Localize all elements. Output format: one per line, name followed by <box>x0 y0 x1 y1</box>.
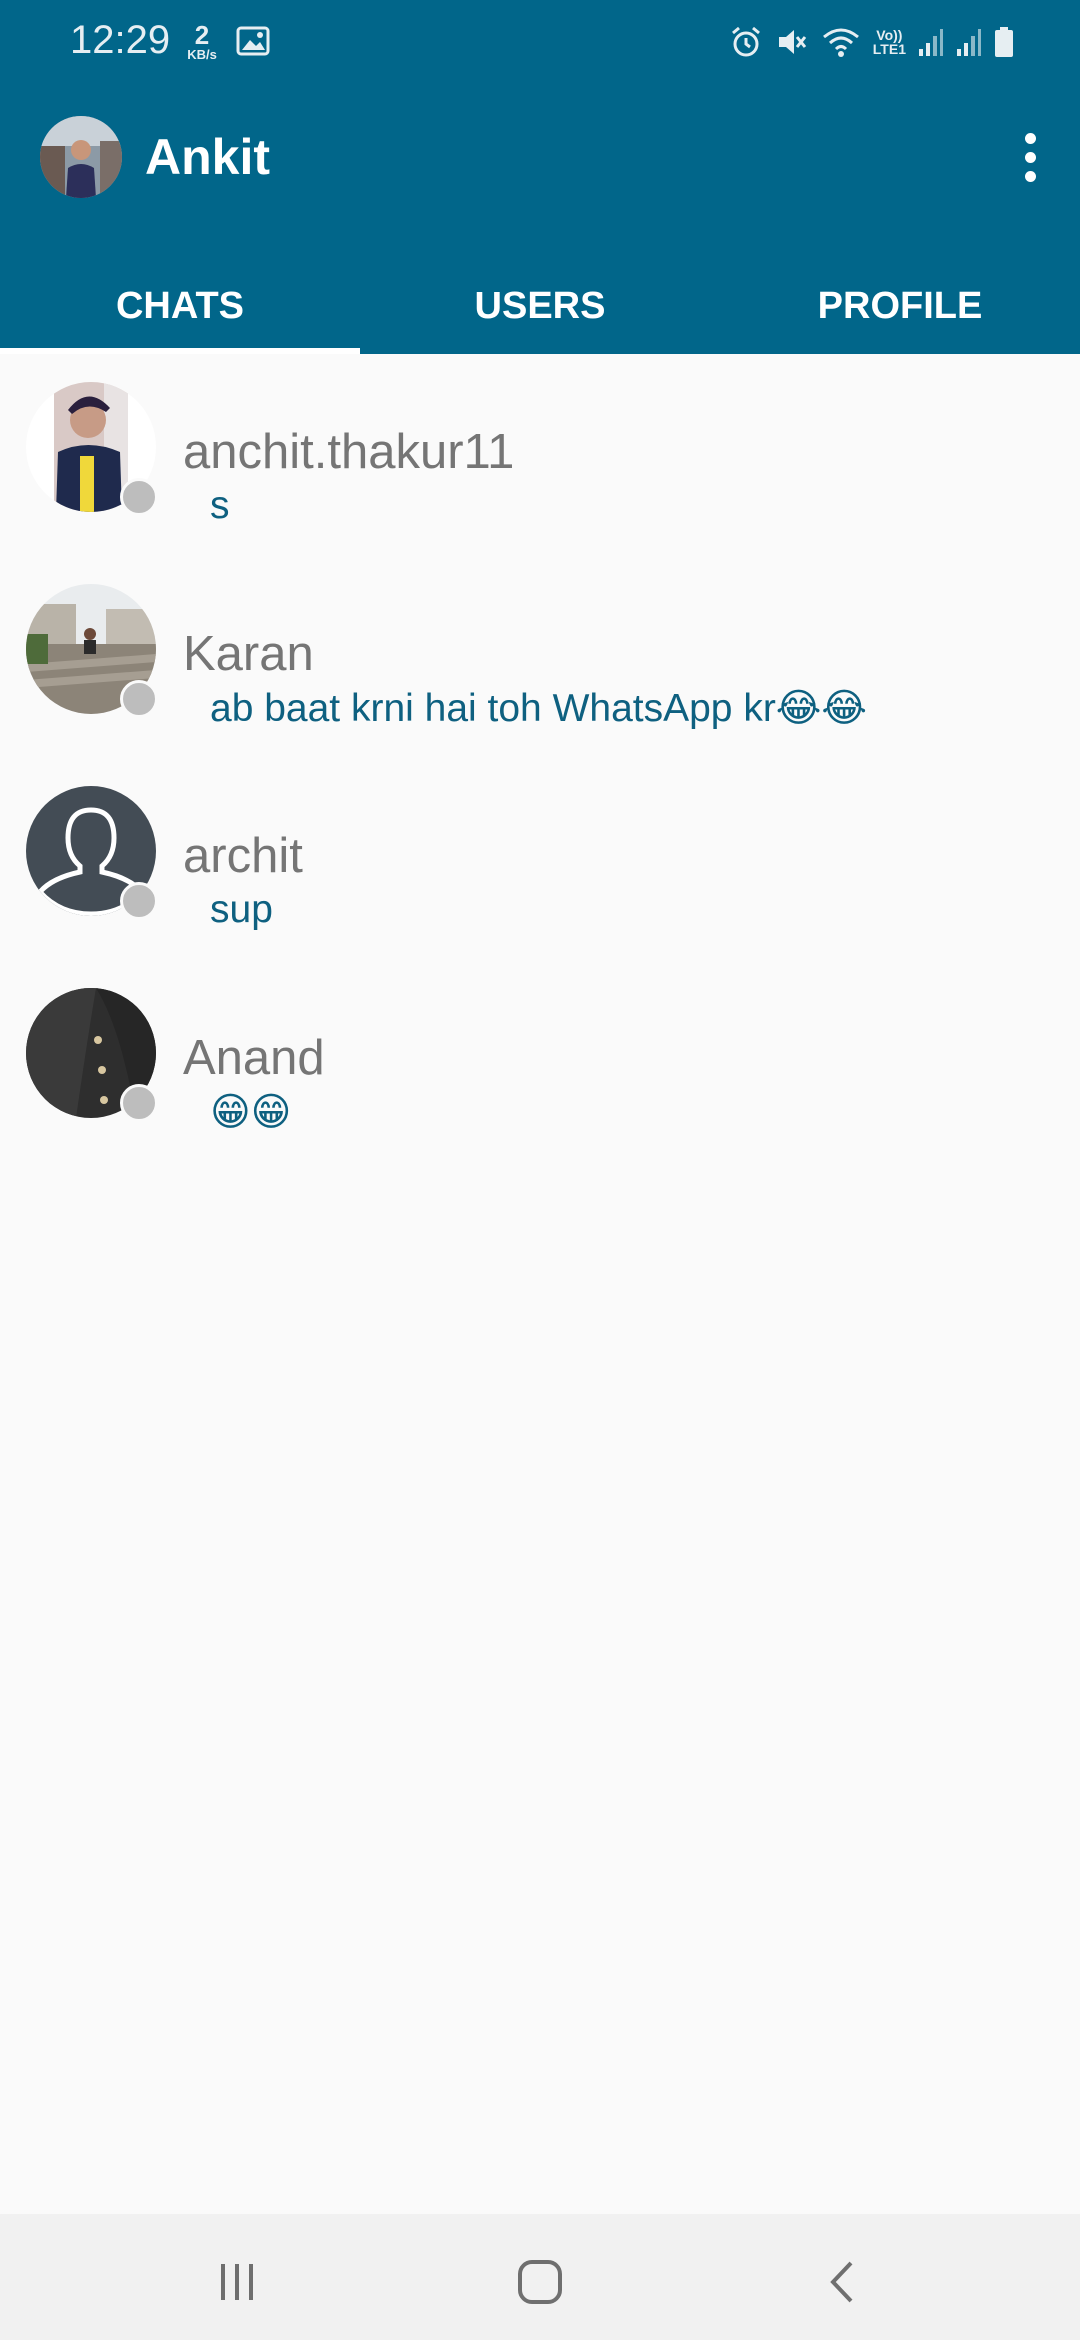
offline-status-dot <box>120 478 158 516</box>
volte-label: Vo)) <box>876 27 903 43</box>
status-time: 12:29 <box>70 18 171 62</box>
chat-item-anand[interactable]: Anand 😁😁 <box>0 960 1080 1162</box>
network-speed-value: 2 <box>194 20 210 50</box>
status-icons: Vo)) LTE1 <box>729 18 1014 66</box>
network-speed-unit: KB/s <box>187 47 217 62</box>
recents-glyph <box>221 2264 253 2300</box>
chat-item-anchit[interactable]: anchit.thakur11 s <box>0 354 1080 556</box>
chat-list: anchit.thakur11 s Karan ab baat krni hai… <box>0 354 1080 1162</box>
chat-last-message: ab baat krni hai toh WhatsApp kr😂😂 <box>210 687 867 730</box>
wifi-icon <box>822 28 859 57</box>
home-icon[interactable] <box>510 2252 570 2312</box>
menu-dot <box>1024 170 1036 182</box>
tab-profile[interactable]: PROFILE <box>720 259 1080 354</box>
signal-icon <box>919 29 943 56</box>
chat-name: archit <box>183 829 303 883</box>
alarm-icon <box>731 26 760 57</box>
back-glyph <box>830 2261 853 2303</box>
chat-name: Anand <box>183 1031 325 1085</box>
home-glyph <box>518 2260 562 2304</box>
tab-bar: CHATS USERS PROFILE <box>0 259 1080 354</box>
signal-icon <box>957 29 981 56</box>
profile-photo <box>40 116 122 198</box>
back-icon[interactable] <box>812 2252 872 2312</box>
lte-label: LTE1 <box>872 41 906 57</box>
network-speed: 2 KB/s <box>182 22 222 61</box>
chat-item-karan[interactable]: Karan ab baat krni hai toh WhatsApp kr😂😂 <box>0 556 1080 758</box>
chat-last-message: 😁😁 <box>210 1091 292 1134</box>
battery-icon <box>995 27 1013 57</box>
profile-avatar[interactable] <box>40 116 122 198</box>
more-vert-icon[interactable] <box>1000 122 1060 192</box>
screen: 12:29 2 KB/s Vo)) LTE1 Ankit CHATS USERS… <box>0 0 1080 2340</box>
image-icon <box>236 26 270 56</box>
chat-last-message: sup <box>210 888 273 931</box>
chat-name: anchit.thakur11 <box>183 425 515 479</box>
menu-dot <box>1024 132 1036 144</box>
volte-indicator: Vo)) LTE1 <box>873 28 906 56</box>
recents-icon[interactable] <box>207 2252 267 2312</box>
offline-status-dot <box>120 882 158 920</box>
app-title: Ankit <box>145 129 270 185</box>
system-nav-bar <box>0 2214 1080 2340</box>
tab-users[interactable]: USERS <box>360 259 720 354</box>
tab-chats[interactable]: CHATS <box>0 259 360 354</box>
offline-status-dot <box>120 1084 158 1122</box>
offline-status-dot <box>120 680 158 718</box>
chat-item-archit[interactable]: archit sup <box>0 758 1080 960</box>
chat-last-message: s <box>210 484 230 527</box>
menu-dot <box>1024 151 1036 163</box>
status-bar: 12:29 2 KB/s Vo)) LTE1 <box>0 0 1080 84</box>
app-bar: Ankit CHATS USERS PROFILE <box>0 84 1080 354</box>
chat-name: Karan <box>183 627 314 681</box>
mute-icon <box>778 30 806 54</box>
